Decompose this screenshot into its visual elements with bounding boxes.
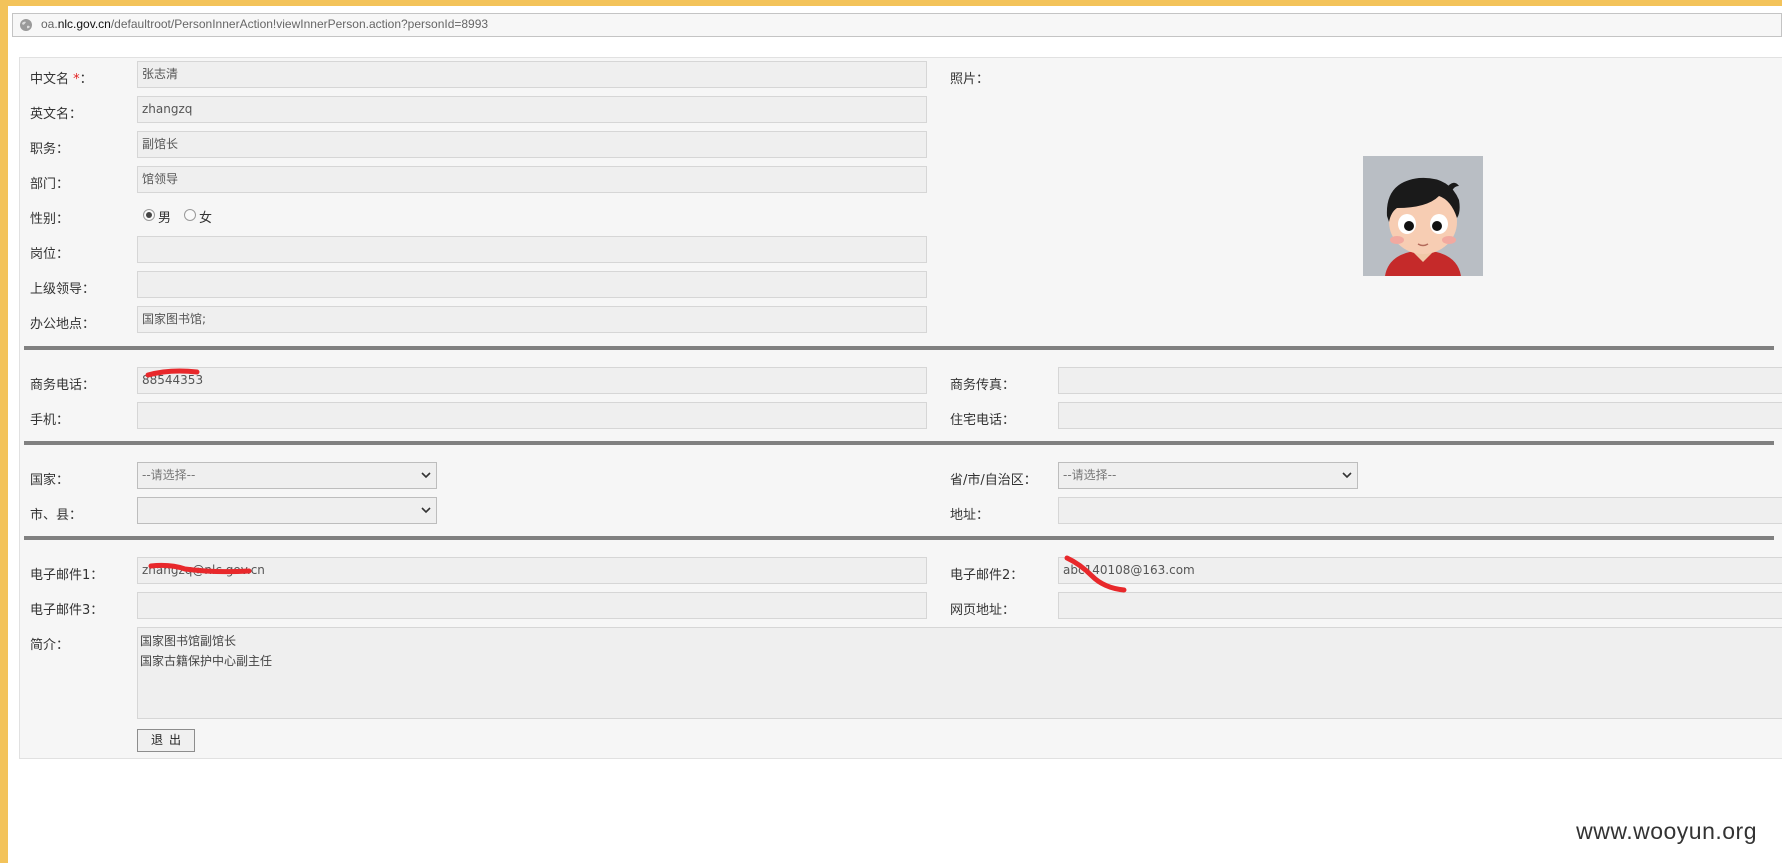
- email3-field[interactable]: [137, 592, 927, 619]
- email2-field[interactable]: abc140108@163.com: [1058, 557, 1782, 584]
- gender-label: 性别：: [30, 212, 70, 227]
- mobile-label: 手机：: [30, 413, 70, 428]
- chevron-down-icon[interactable]: [1339, 467, 1355, 484]
- section-divider-1: [24, 346, 1774, 350]
- post-field[interactable]: [137, 236, 927, 263]
- url-text: oa.nlc.gov.cn/defaultroot/PersonInnerAct…: [41, 17, 489, 31]
- country-label: 国家：: [30, 473, 70, 488]
- chevron-down-icon[interactable]: [418, 502, 434, 519]
- section-divider-2: [24, 441, 1774, 445]
- country-select-value: --请选择--: [142, 468, 196, 482]
- section-divider-3: [24, 536, 1774, 540]
- intro-line-1: 国家图书馆副馆长: [140, 634, 237, 648]
- country-select[interactable]: --请选择--: [137, 462, 437, 489]
- email1-field[interactable]: zhangzq@nlc.gov.cn: [137, 557, 927, 584]
- english-name-label: 英文名：: [30, 107, 83, 122]
- chinese-name-label: 中文名 *：: [30, 72, 93, 87]
- business-phone-label: 商务电话：: [30, 378, 96, 393]
- office-label: 办公地点：: [30, 317, 96, 332]
- exit-button[interactable]: 退出: [137, 729, 195, 752]
- intro-label: 简介：: [30, 638, 70, 653]
- gender-male-label: 男: [158, 211, 172, 226]
- address-label: 地址：: [950, 508, 990, 523]
- english-name-field[interactable]: zhangzq: [137, 96, 927, 123]
- city-label: 市、县：: [30, 508, 83, 523]
- business-phone-field[interactable]: 88544353: [137, 367, 927, 394]
- globe-icon: [20, 19, 32, 31]
- office-field[interactable]: 国家图书馆;: [137, 306, 927, 333]
- chinese-name-field[interactable]: 张志清: [137, 61, 927, 88]
- department-field[interactable]: 馆领导: [137, 166, 927, 193]
- business-fax-label: 商务传真：: [950, 378, 1016, 393]
- watermark: www.wooyun.org: [1576, 818, 1757, 844]
- gender-female-label: 女: [199, 211, 213, 226]
- photo-label: 照片：: [950, 72, 990, 87]
- superior-field[interactable]: [137, 271, 927, 298]
- department-label: 部门：: [30, 177, 70, 192]
- province-select[interactable]: --请选择--: [1058, 462, 1358, 489]
- address-field[interactable]: [1058, 497, 1782, 524]
- superior-label: 上级领导：: [30, 282, 96, 297]
- email3-label: 电子邮件3：: [30, 603, 104, 618]
- person-photo: [1363, 156, 1483, 276]
- email2-label: 电子邮件2：: [950, 568, 1024, 583]
- web-field[interactable]: [1058, 592, 1782, 619]
- gender-female-radio[interactable]: [184, 209, 196, 221]
- web-label: 网页地址：: [950, 603, 1016, 618]
- intro-textarea[interactable]: 国家图书馆副馆长 国家古籍保护中心副主任: [137, 627, 1782, 719]
- business-fax-field[interactable]: [1058, 367, 1782, 394]
- address-bar[interactable]: oa.nlc.gov.cn/defaultroot/PersonInnerAct…: [12, 13, 1782, 37]
- chevron-down-icon[interactable]: [418, 467, 434, 484]
- post-label: 岗位：: [30, 247, 70, 262]
- email1-label: 电子邮件1：: [30, 568, 104, 583]
- mobile-field[interactable]: [137, 402, 927, 429]
- city-select[interactable]: [137, 497, 437, 524]
- gender-male-radio[interactable]: [143, 209, 155, 221]
- intro-line-2: 国家古籍保护中心副主任: [140, 654, 273, 668]
- home-phone-label: 住宅电话：: [950, 413, 1016, 428]
- province-label: 省/市/自治区：: [950, 473, 1037, 488]
- title-label: 职务：: [30, 142, 70, 157]
- title-field[interactable]: 副馆长: [137, 131, 927, 158]
- province-select-value: --请选择--: [1063, 468, 1117, 482]
- home-phone-field[interactable]: [1058, 402, 1782, 429]
